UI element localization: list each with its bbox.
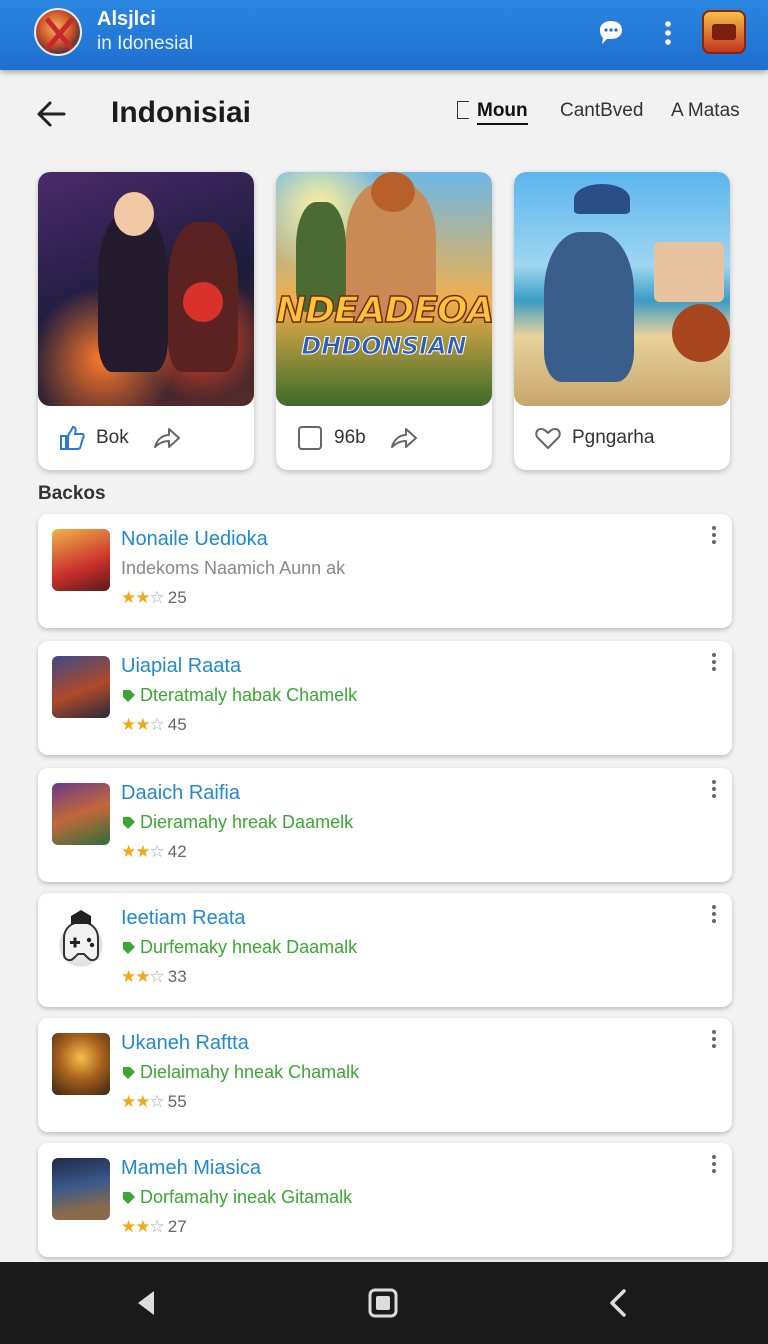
tag-icon [123,689,135,702]
list-item-title[interactable]: Ukaneh Raftta [121,1032,249,1055]
thumbs-up-icon[interactable] [58,424,86,452]
list-item-title[interactable]: Uiapial Raata [121,655,241,678]
shield-shape [183,282,223,322]
gamepad-icon [63,910,99,962]
rating: ★★☆ 42 [121,842,187,862]
app-thumbnail [52,1158,110,1220]
rating-count: 33 [167,967,187,986]
section-label: Backos [38,483,106,504]
back-triangle-icon[interactable] [130,1286,164,1320]
more-vertical-icon[interactable] [656,18,680,48]
tab-a-matas[interactable]: A Matas [671,100,740,122]
app-bar: Alsjlci in Idonesial [0,0,768,70]
featured-label: Bok [96,427,129,448]
featured-art-image[interactable] [38,172,254,406]
more-vertical-icon[interactable] [708,1155,720,1179]
rating: ★★☆ 27 [121,1217,187,1237]
star-rating-icon: ★★☆ [121,715,165,734]
rating: ★★☆ 25 [121,588,187,608]
list-item-title[interactable]: Mameh Miasica [121,1157,261,1180]
featured-art-image[interactable]: NDEADEOA! DHDONSIAN [276,172,492,406]
tag-icon [123,816,135,829]
home-square-icon[interactable] [366,1286,400,1320]
list-item[interactable]: Daaich Raifia Dieramahy hreak Daamelk ★★… [38,768,732,882]
more-vertical-icon[interactable] [708,653,720,677]
app-thumbnail [52,656,110,718]
rating-count: 45 [167,715,187,734]
house-shape [654,242,724,302]
featured-card-footer: Pgngarha [514,406,730,470]
list-item[interactable]: Nonaile Uedioka Indekoms Naamich Aunn ak… [38,514,732,628]
list-item-desc: Durfemaky hneak Daamalk [121,937,357,958]
character-hair [371,172,415,212]
list-item[interactable]: Mameh Miasica Dorfamahy ineak Gitamalk ★… [38,1143,732,1257]
featured-card-footer: Bok [38,406,254,470]
star-rating-icon: ★★☆ [121,1092,165,1111]
list-item-title[interactable]: Nonaile Uedioka [121,528,268,551]
tag-icon [123,941,135,954]
featured-card[interactable]: Bok [38,172,254,470]
more-vertical-icon[interactable] [708,526,720,550]
app-thumbnail [52,529,110,591]
app-subtitle: in Idonesial [97,33,194,54]
checkbox-icon[interactable] [296,424,324,452]
bookmark-icon [457,101,469,119]
list-item[interactable]: Uiapial Raata Dteratmaly habak Chamelk ★… [38,641,732,755]
list-item-desc: Dieramahy hreak Daamelk [121,812,353,833]
app-thumbnail [52,908,110,970]
list-item-desc: Dielaimahy hneak Chamalk [121,1062,359,1083]
chat-bubble-icon[interactable] [596,18,626,48]
featured-label: Pgngarha [572,427,655,448]
featured-card[interactable]: NDEADEOA! DHDONSIAN 96b [276,172,492,470]
tab-moun[interactable]: Moun [457,100,528,125]
featured-card-footer: 96b [276,406,492,470]
rating: ★★☆ 45 [121,715,187,735]
system-nav-bar [0,1262,768,1344]
list-item[interactable]: Ukaneh Raftta Dielaimahy hneak Chamalk ★… [38,1018,732,1132]
ball-shape [672,304,730,362]
list-item-desc: Dorfamahy ineak Gitamalk [121,1187,352,1208]
list-item[interactable]: Ieetiam Reata Durfemaky hneak Daamalk ★★… [38,893,732,1007]
art-title: NDEADEOA! [276,289,492,332]
tag-icon [123,1191,135,1204]
art-subtitle: DHDONSIAN [301,332,467,361]
featured-card[interactable]: Pgngarha [514,172,730,470]
star-rating-icon: ★★☆ [121,967,165,986]
more-vertical-icon[interactable] [708,1030,720,1054]
tab-cantbved[interactable]: CantBved [560,100,643,122]
hat-shape [574,184,630,214]
more-vertical-icon[interactable] [708,905,720,929]
heart-icon[interactable] [534,424,562,452]
character-figure [544,232,634,382]
list-item-desc: Indekoms Naamich Aunn ak [121,558,346,578]
app-thumbnail [52,1033,110,1095]
rating-count: 25 [167,588,187,607]
app-title: Alsjlci [97,8,156,30]
featured-label: 96b [334,427,366,448]
share-arrow-icon[interactable] [390,425,418,451]
back-arrow-icon[interactable] [34,96,74,132]
rating-count: 42 [167,842,187,861]
more-vertical-icon[interactable] [708,780,720,804]
page-title: Indonisiai [111,96,252,129]
app-thumbnail [52,783,110,845]
rating: ★★☆ 55 [121,1092,187,1112]
treasure-chest-icon[interactable] [702,10,746,54]
share-arrow-icon[interactable] [153,425,181,451]
tag-icon [123,1066,135,1079]
recents-chevron-icon[interactable] [602,1286,636,1320]
rating: ★★☆ 33 [121,967,187,987]
list-item-title[interactable]: Ieetiam Reata [121,907,246,930]
rating-count: 55 [167,1092,187,1111]
list-item-title[interactable]: Daaich Raifia [121,782,240,805]
rating-count: 27 [167,1217,187,1236]
character-head [114,192,154,236]
star-rating-icon: ★★☆ [121,1217,165,1236]
star-rating-icon: ★★☆ [121,842,165,861]
list-item-desc: Dteratmaly habak Chamelk [121,685,357,706]
star-rating-icon: ★★☆ [121,588,165,607]
featured-art-image[interactable] [514,172,730,406]
app-logo[interactable] [34,8,82,56]
character-figure [98,212,168,372]
